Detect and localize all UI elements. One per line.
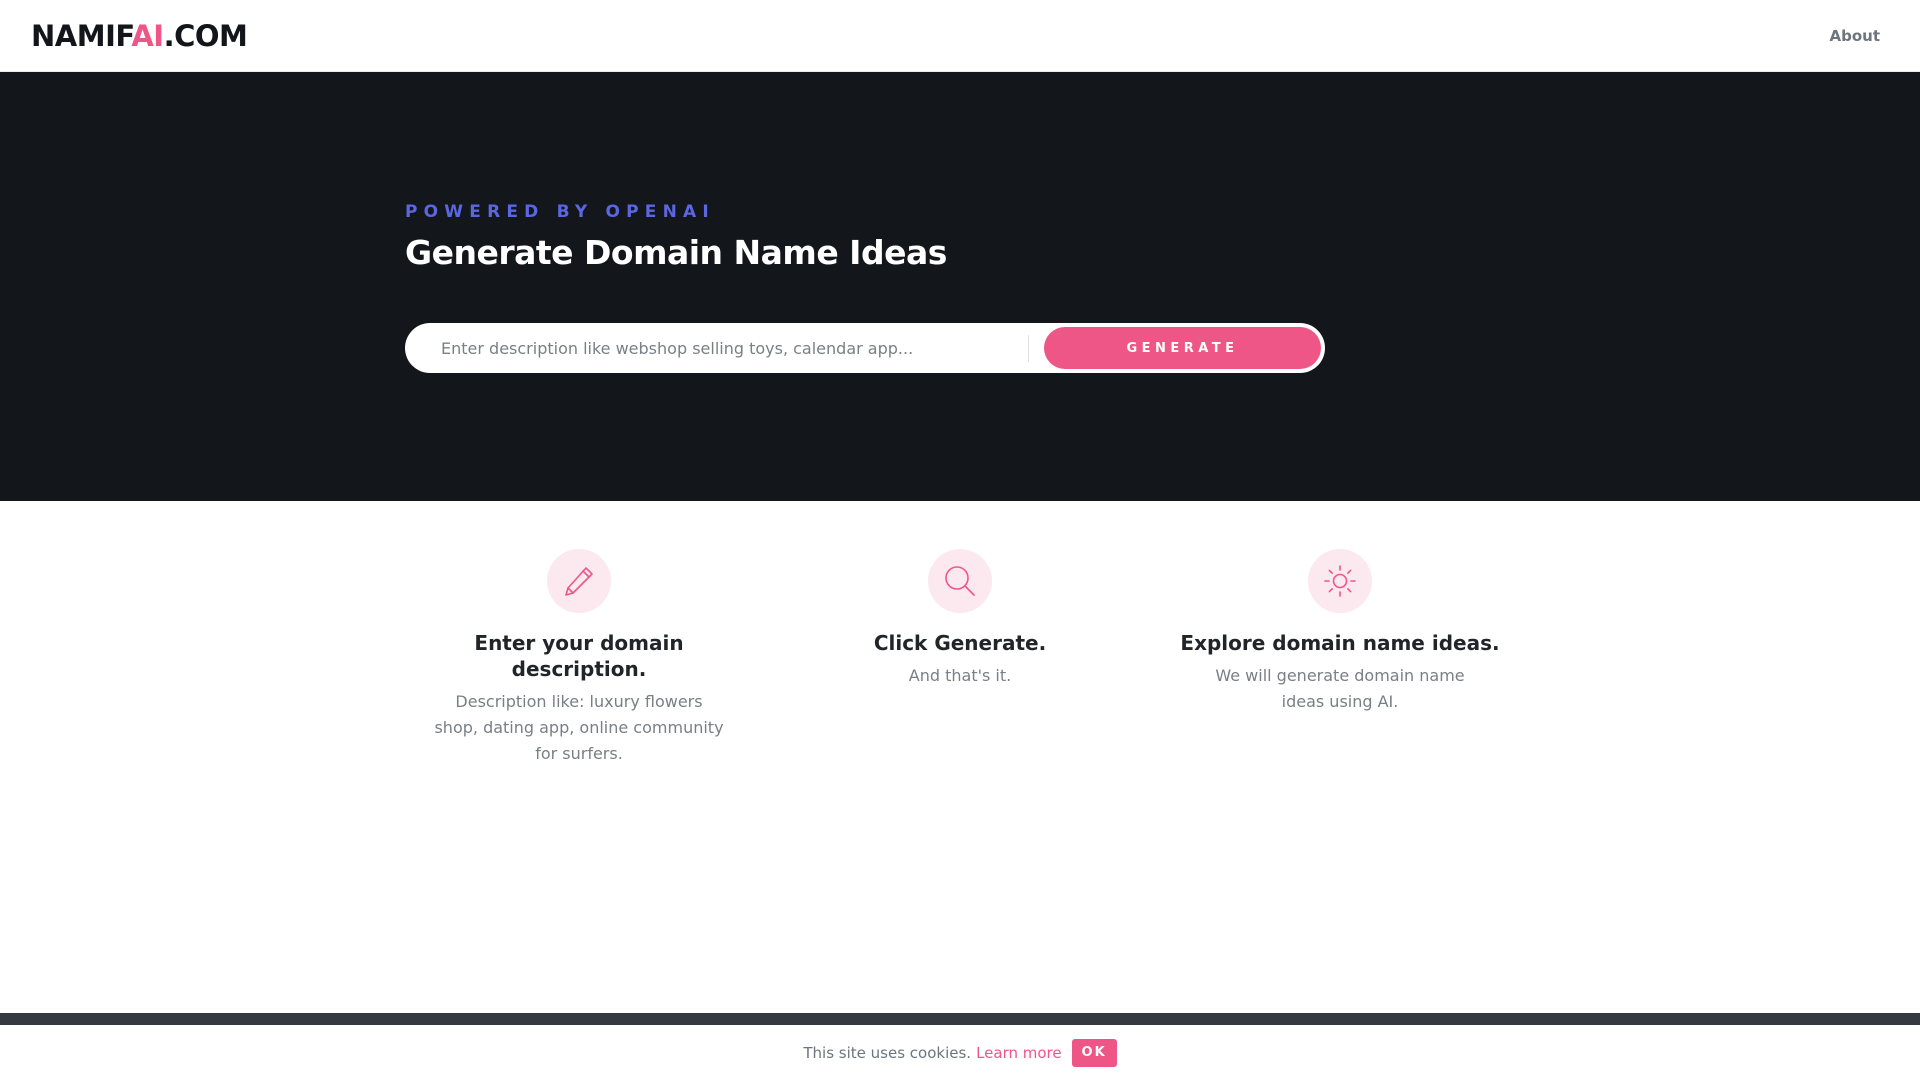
- domain-description-input[interactable]: [435, 323, 1025, 373]
- logo-tail-text: .COM: [163, 18, 248, 53]
- feature-enter-description: Enter your domain description. Descripti…: [414, 549, 744, 767]
- feature-title: Click Generate.: [873, 631, 1047, 655]
- search-icon: [928, 549, 992, 613]
- hero-eyebrow: POWERED BY OPENAI: [405, 202, 715, 222]
- feature-description: We will generate domain name ideas using…: [1215, 666, 1465, 711]
- domain-search-form: GENERATE: [405, 323, 1325, 373]
- logo-accent-text: AI: [131, 18, 164, 53]
- feature-explore-ideas: Explore domain name ideas. We will gener…: [1175, 549, 1505, 715]
- pencil-icon: [547, 549, 611, 613]
- nav-about-link[interactable]: About: [1829, 27, 1880, 45]
- feature-title: Explore domain name ideas.: [1180, 631, 1500, 655]
- cookie-ok-button[interactable]: OK: [1071, 1038, 1117, 1067]
- footer-strip: [0, 1013, 1920, 1025]
- input-divider: [1028, 335, 1029, 362]
- top-navbar: NAMIFAI.COM About: [0, 0, 1920, 72]
- sun-icon: [1308, 549, 1372, 613]
- hero-title: Generate Domain Name Ideas: [405, 233, 947, 272]
- logo-main-text: NAMIF: [31, 18, 132, 53]
- cookie-learn-more-link[interactable]: Learn more: [976, 1044, 1062, 1062]
- hero-section: POWERED BY OPENAI Generate Domain Name I…: [0, 72, 1920, 501]
- feature-description: And that's it.: [908, 666, 1012, 685]
- cookie-consent-bar: This site uses cookies. Learn more OK: [0, 1025, 1920, 1080]
- feature-click-generate: Click Generate. And that's it.: [795, 549, 1125, 689]
- feature-description: Description like: luxury flowers shop, d…: [434, 692, 724, 763]
- feature-title: Enter your domain description.: [474, 631, 684, 681]
- generate-button[interactable]: GENERATE: [1044, 327, 1321, 369]
- cookie-message: This site uses cookies.: [803, 1043, 972, 1062]
- site-logo[interactable]: NAMIFAI.COM: [31, 18, 248, 53]
